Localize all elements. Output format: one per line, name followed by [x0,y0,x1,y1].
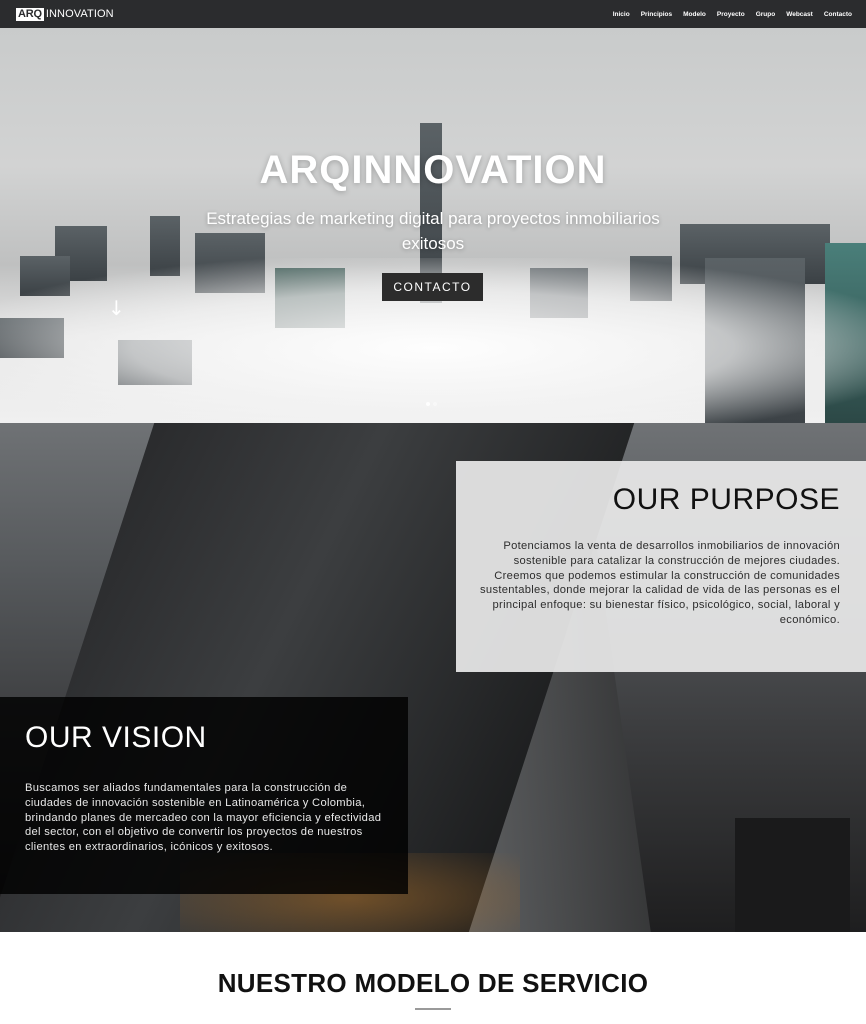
nav-item-principios[interactable]: Principios [641,11,672,18]
purpose-title: OUR PURPOSE [612,483,840,516]
logo-box: ARQ [16,7,44,21]
logo-word: INNOVATION [45,8,114,20]
nav-menu: Inicio Principios Modelo Proyecto Grupo … [613,11,852,18]
service-section: NUESTRO MODELO DE SERVICIO [0,932,866,1024]
site-logo[interactable]: ARQ INNOVATION [16,7,114,21]
hero-slider: ARQINNOVATION Estrategias de marketing d… [0,28,866,423]
purpose-card: OUR PURPOSE Potenciamos la venta de desa… [456,461,866,672]
slider-dots [426,402,437,406]
top-navbar: ARQ INNOVATION Inicio Principios Modelo … [0,0,866,28]
nav-item-grupo[interactable]: Grupo [756,11,776,18]
nav-item-webcast[interactable]: Webcast [786,11,813,18]
vision-card: OUR VISION Buscamos ser aliados fundamen… [0,697,408,894]
hero-title: ARQINNOVATION [259,148,607,192]
slider-dot[interactable] [433,402,437,406]
vision-title: OUR VISION [25,721,207,754]
title-divider [415,1008,451,1010]
hero-subtitle: Estrategias de marketing digital para pr… [206,209,660,253]
nav-item-proyecto[interactable]: Proyecto [717,11,745,18]
slider-dot-active[interactable] [426,402,430,406]
nav-item-contacto[interactable]: Contacto [824,11,852,18]
service-title: NUESTRO MODELO DE SERVICIO [217,968,649,998]
contact-button[interactable]: CONTACTO [382,273,483,301]
nav-item-inicio[interactable]: Inicio [613,11,630,18]
arrow-down-icon[interactable]: ↓ [108,296,125,320]
purpose-vision-section: OUR PURPOSE Potenciamos la venta de desa… [0,423,866,932]
nav-item-modelo[interactable]: Modelo [683,11,706,18]
vision-text: Buscamos ser aliados fundamentales para … [25,782,382,854]
purpose-text: Potenciamos la venta de desarrollos inmo… [480,540,840,626]
background-tower [735,818,850,932]
